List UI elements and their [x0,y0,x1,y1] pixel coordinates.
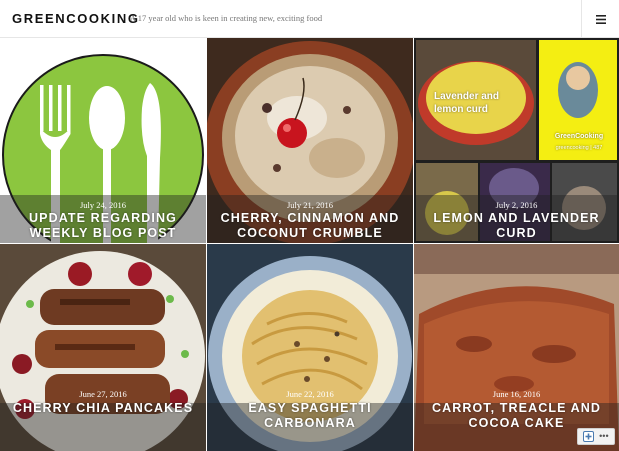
hamburger-menu-icon [595,14,606,24]
post-date: July 2, 2016 [495,200,538,210]
post-title[interactable]: LEMON AND LAVENDER CURD [420,211,613,241]
snapcode-name: GreenCooking [554,133,604,140]
follow-plus-icon[interactable] [583,431,595,442]
snapcode-handle: greencooking | 487 [555,145,603,151]
menu-button[interactable] [581,0,619,38]
post-date: June 22, 2016 [286,389,334,399]
site-header: GREENCOOKING A 17 year old who is keen i… [0,0,619,38]
post-tile[interactable]: July 24, 2016 UPDATE REGARDING WEEKLY BL… [0,38,206,243]
post-title[interactable]: EASY SPAGHETTI CARBONARA [213,401,407,431]
follow-widget[interactable]: ••• [577,428,615,445]
post-tile[interactable]: June 22, 2016 EASY SPAGHETTI CARBONARA [207,244,413,451]
post-tile[interactable]: July 21, 2016 CHERRY, CINNAMON AND COCON… [207,38,413,243]
post-title[interactable]: CARROT, TREACLE AND COCOA CAKE [420,401,613,431]
post-tile[interactable]: June 27, 2016 CHERRY CHIA PANCAKES [0,244,206,451]
post-title[interactable]: UPDATE REGARDING WEEKLY BLOG POST [6,211,200,241]
post-date: July 21, 2016 [286,200,334,210]
post-title[interactable]: CHERRY CHIA PANCAKES [6,401,200,416]
post-grid: July 24, 2016 UPDATE REGARDING WEEKLY BL… [0,38,619,451]
curd-image-label: Lavender and lemon curd [434,91,500,115]
post-tile[interactable]: Lavender and lemon curd GreenCooking gre… [414,38,619,243]
post-date: June 16, 2016 [492,389,541,399]
post-date: June 27, 2016 [79,389,127,399]
post-tile[interactable]: June 16, 2016 CARROT, TREACLE AND COCOA … [414,244,619,451]
post-date: July 24, 2016 [79,200,127,210]
site-title[interactable]: GREENCOOKING [12,11,140,26]
site-tagline: A 17 year old who is keen in creating ne… [130,13,323,23]
post-title[interactable]: CHERRY, CINNAMON AND COCONUT CRUMBLE [213,211,407,241]
more-options-icon[interactable]: ••• [599,432,608,441]
